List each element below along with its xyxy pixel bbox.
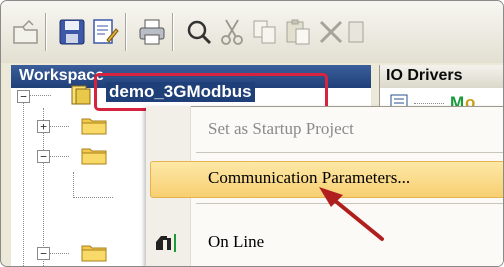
annotation-arrow xyxy=(319,187,384,241)
app-window: Workspace IO Drivers M o − + − − demo_3G… xyxy=(0,0,504,267)
